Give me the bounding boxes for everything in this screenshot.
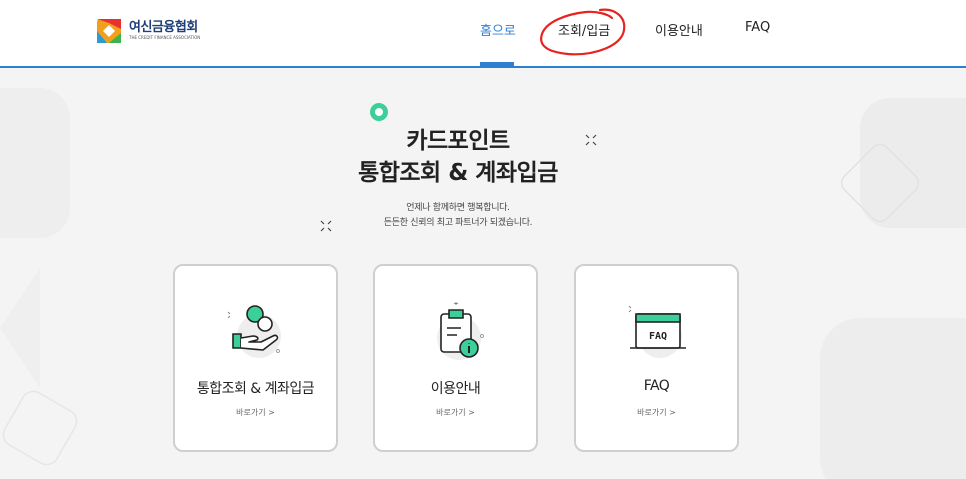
svg-text:FAQ: FAQ — [648, 331, 666, 342]
main-nav: 홈으로 조회/입금 이용안내 FAQ — [0, 0, 966, 66]
card-title: FAQ — [643, 378, 670, 394]
sparkle-icon — [320, 220, 332, 232]
top-header: 여신금융협회 THE CREDIT FINANCE ASSOCIATION 홈으… — [0, 0, 966, 68]
coin-hand-icon — [227, 305, 281, 358]
card-shortcut-link[interactable]: 바로가기 > — [375, 407, 536, 418]
hero-title-line2: 통합조회 & 계좌입금 — [358, 160, 558, 186]
hero-title-line1: 카드포인트 — [406, 128, 510, 154]
nav-active-indicator — [480, 62, 514, 66]
sparkle-icon — [585, 134, 597, 146]
nav-home[interactable]: 홈으로 — [480, 20, 516, 39]
card-guide[interactable]: 이용안내 바로가기 > — [373, 264, 538, 452]
red-annotation-circle — [540, 8, 626, 56]
nav-guide[interactable]: 이용안내 — [655, 20, 703, 39]
clipboard-info-icon — [436, 302, 484, 360]
hero-subtitle-line2: 든든한 신뢰의 최고 파트너가 되겠습니다. — [383, 218, 533, 228]
hero-subtitle-line1: 언제나 함께하면 행복합니다. — [406, 203, 510, 213]
card-faq[interactable]: FAQ FAQ 바로가기 > — [574, 264, 739, 452]
card-title: 통합조회 & 계좌입금 — [196, 381, 315, 397]
card-shortcut-link[interactable]: 바로가기 > — [576, 407, 737, 418]
faq-window-icon: FAQ — [628, 305, 686, 358]
card-inquiry-deposit[interactable]: 통합조회 & 계좌입금 바로가기 > — [173, 264, 338, 452]
green-dot-decoration — [370, 103, 388, 121]
nav-faq[interactable]: FAQ — [745, 20, 770, 35]
card-title: 이용안내 — [430, 381, 481, 397]
card-shortcut-link[interactable]: 바로가기 > — [175, 407, 336, 418]
